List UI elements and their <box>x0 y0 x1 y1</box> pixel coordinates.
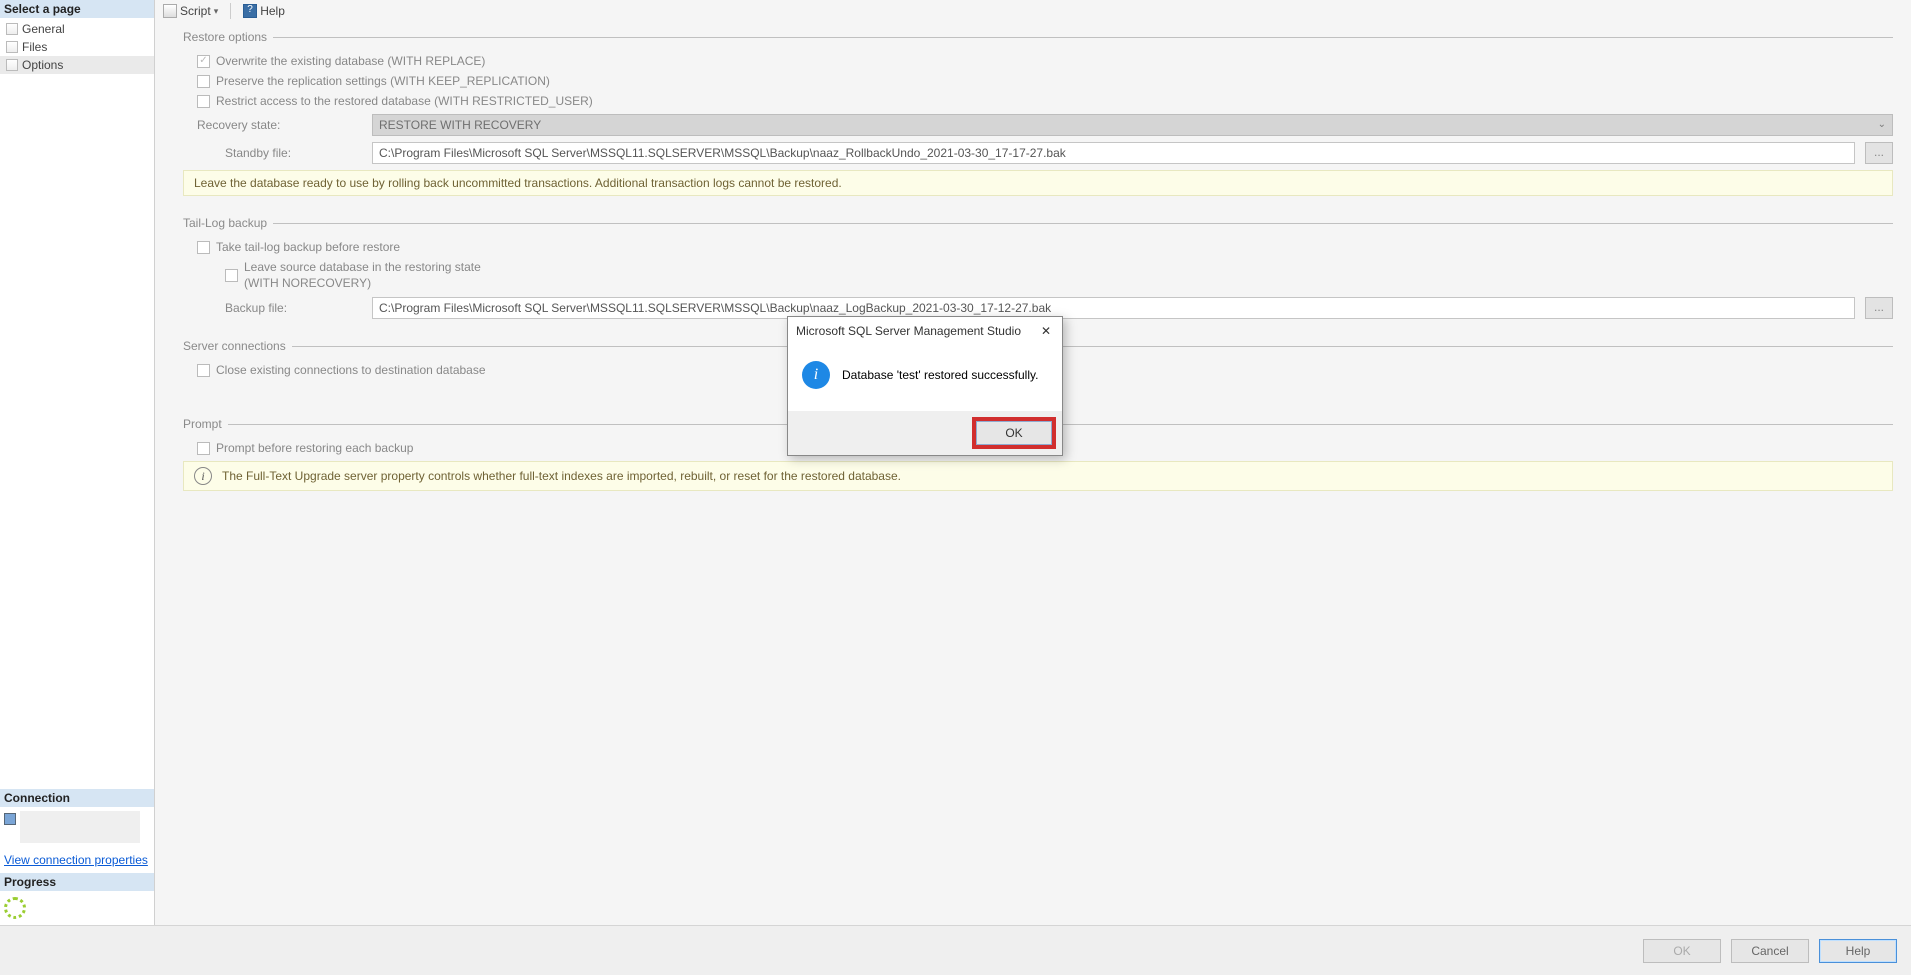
recovery-state-row: Recovery state: RESTORE WITH RECOVERY ⌄ <box>197 114 1893 136</box>
restrict-row: Restrict access to the restored database… <box>197 94 1893 108</box>
sidebar-item-label: Files <box>22 40 47 54</box>
help-label: Help <box>260 4 285 18</box>
leave-source-checkbox[interactable] <box>225 269 238 282</box>
group-line <box>292 346 1893 347</box>
chevron-down-icon: ⌄ <box>1878 119 1886 130</box>
leave-source-label: Leave source database in the restoring s… <box>244 260 481 291</box>
sidebar-item-label: General <box>22 22 65 36</box>
sidebar-spacer <box>0 76 154 789</box>
sidebar-page-list: General Files Options <box>0 18 154 76</box>
fulltext-info-text: The Full-Text Upgrade server property co… <box>222 469 901 483</box>
group-title: Restore options <box>183 30 267 44</box>
backup-file-input[interactable] <box>372 297 1855 319</box>
prompt-before-label: Prompt before restoring each backup <box>216 441 413 455</box>
script-button[interactable]: Script ▾ <box>159 3 222 19</box>
content-area: Restore options Overwrite the existing d… <box>155 22 1911 925</box>
server-icon <box>4 813 16 825</box>
recovery-info-strip: Leave the database ready to use by rolli… <box>183 170 1893 196</box>
take-tail-checkbox[interactable] <box>197 241 210 254</box>
standby-browse-button[interactable]: ... <box>1865 142 1893 164</box>
progress-header: Progress <box>0 873 154 891</box>
message-dialog-title: Microsoft SQL Server Management Studio <box>796 324 1021 338</box>
script-label: Script <box>180 4 211 18</box>
group-line <box>273 37 1893 38</box>
standby-file-label: Standby file: <box>225 146 362 160</box>
recovery-state-value: RESTORE WITH RECOVERY <box>379 118 541 132</box>
help-button-bottom[interactable]: Help <box>1819 939 1897 963</box>
message-ok-button[interactable]: OK <box>976 421 1052 445</box>
overwrite-label: Overwrite the existing database (WITH RE… <box>216 54 485 68</box>
info-icon: i <box>802 361 830 389</box>
standby-file-input[interactable] <box>372 142 1855 164</box>
recovery-state-dropdown[interactable]: RESTORE WITH RECOVERY ⌄ <box>372 114 1893 136</box>
overwrite-row: Overwrite the existing database (WITH RE… <box>197 54 1893 68</box>
toolbar-separator <box>230 3 231 19</box>
overwrite-checkbox[interactable] <box>197 55 210 68</box>
group-title: Prompt <box>183 417 222 431</box>
message-dialog-footer: OK <box>788 411 1062 455</box>
preserve-label: Preserve the replication settings (WITH … <box>216 74 550 88</box>
sidebar-item-files[interactable]: Files <box>0 38 154 56</box>
sidebar-item-options[interactable]: Options <box>0 56 154 74</box>
message-dialog: Microsoft SQL Server Management Studio ✕… <box>787 316 1063 456</box>
script-icon <box>163 4 177 18</box>
restrict-label: Restrict access to the restored database… <box>216 94 593 108</box>
message-dialog-text: Database 'test' restored successfully. <box>842 368 1038 382</box>
group-header: Restore options <box>183 30 1893 44</box>
close-existing-checkbox[interactable] <box>197 364 210 377</box>
recovery-state-label: Recovery state: <box>197 118 362 132</box>
cancel-button[interactable]: Cancel <box>1731 939 1809 963</box>
progress-spinner-icon <box>4 897 26 919</box>
page-icon <box>6 41 18 53</box>
sidebar-header: Select a page <box>0 0 154 18</box>
group-title: Tail-Log backup <box>183 216 267 230</box>
toolbar: Script ▾ Help <box>155 0 1911 22</box>
bottom-button-bar: OK Cancel Help <box>0 925 1911 975</box>
help-button[interactable]: Help <box>239 3 289 19</box>
recovery-info-text: Leave the database ready to use by rolli… <box>194 176 842 190</box>
backup-browse-button[interactable]: ... <box>1865 297 1893 319</box>
tail-log-group: Tail-Log backup Take tail-log backup bef… <box>183 216 1893 319</box>
page-icon <box>6 23 18 35</box>
sidebar: Select a page General Files Options Conn… <box>0 0 155 925</box>
connection-name-box <box>20 811 140 843</box>
fulltext-info-strip: i The Full-Text Upgrade server property … <box>183 461 1893 491</box>
preserve-row: Preserve the replication settings (WITH … <box>197 74 1893 88</box>
group-header: Tail-Log backup <box>183 216 1893 230</box>
main-panel: Script ▾ Help Restore options <box>155 0 1911 925</box>
restrict-checkbox[interactable] <box>197 95 210 108</box>
prompt-before-checkbox[interactable] <box>197 442 210 455</box>
connection-header: Connection <box>0 789 154 807</box>
group-title: Server connections <box>183 339 286 353</box>
standby-file-row: Standby file: ... <box>197 142 1893 164</box>
info-icon: i <box>194 467 212 485</box>
take-tail-row: Take tail-log backup before restore <box>197 240 1893 254</box>
view-connection-properties-link[interactable]: View connection properties <box>0 847 154 873</box>
connection-info-row <box>0 807 154 847</box>
message-dialog-titlebar: Microsoft SQL Server Management Studio ✕ <box>788 317 1062 345</box>
chevron-down-icon: ▾ <box>214 6 219 17</box>
sidebar-item-label: Options <box>22 58 63 72</box>
close-icon[interactable]: ✕ <box>1038 323 1054 339</box>
close-existing-label: Close existing connections to destinatio… <box>216 363 486 377</box>
take-tail-label: Take tail-log backup before restore <box>216 240 400 254</box>
group-line <box>273 223 1893 224</box>
ok-button[interactable]: OK <box>1643 939 1721 963</box>
message-dialog-body: i Database 'test' restored successfully. <box>788 345 1062 411</box>
leave-source-row: Leave source database in the restoring s… <box>225 260 1893 291</box>
restore-options-group: Restore options Overwrite the existing d… <box>183 30 1893 196</box>
help-icon <box>243 4 257 18</box>
page-icon <box>6 59 18 71</box>
sidebar-item-general[interactable]: General <box>0 20 154 38</box>
main-row: Select a page General Files Options Conn… <box>0 0 1911 925</box>
restore-database-dialog: Select a page General Files Options Conn… <box>0 0 1911 975</box>
preserve-checkbox[interactable] <box>197 75 210 88</box>
backup-file-label: Backup file: <box>225 301 362 315</box>
